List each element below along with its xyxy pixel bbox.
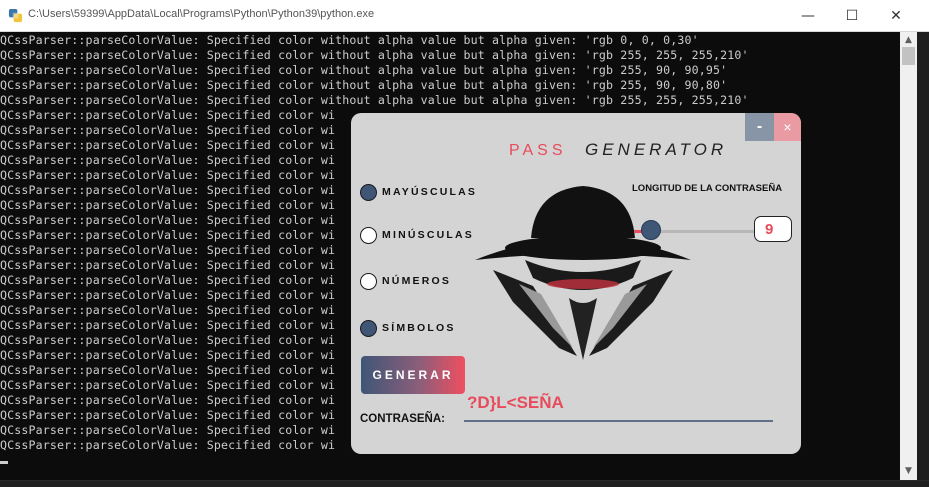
- app-title-generator: GENERATOR: [585, 140, 728, 159]
- symbols-option[interactable]: SÍMBOLOS: [360, 318, 456, 338]
- scroll-thumb[interactable]: [902, 47, 915, 65]
- numbers-label: NÚMEROS: [382, 275, 452, 287]
- symbols-label: SÍMBOLOS: [382, 322, 456, 334]
- scroll-down-icon[interactable]: ▼: [900, 463, 917, 480]
- background-window-edge: [917, 32, 929, 480]
- app-close-button[interactable]: ×: [774, 113, 801, 141]
- length-value[interactable]: 9: [754, 216, 792, 242]
- app-minimize-button[interactable]: -: [745, 113, 774, 141]
- password-label: CONTRASEÑA:: [360, 413, 445, 425]
- console-line: QCssParser::parseColorValue: Specified c…: [0, 78, 728, 92]
- numbers-radio[interactable]: [360, 272, 377, 290]
- python-icon: [8, 8, 23, 23]
- window-title: C:\Users\59399\AppData\Local\Programs\Py…: [28, 8, 375, 20]
- length-label: LONGITUD DE LA CONTRASEÑA: [632, 183, 783, 194]
- title-bar[interactable]: C:\Users\59399\AppData\Local\Programs\Py…: [0, 0, 929, 32]
- vertical-scrollbar[interactable]: ▲ ▼: [900, 32, 917, 480]
- uppercase-option[interactable]: MAYÚSCULAS: [360, 182, 477, 202]
- close-button[interactable]: ✕: [873, 0, 919, 31]
- password-generator-window: - × PASS GENERATOR MAYÚSCULAS MINÚSCULAS…: [351, 113, 801, 454]
- app-title-pass: PASS: [509, 142, 567, 159]
- symbols-radio[interactable]: [360, 319, 377, 337]
- console-line: QCssParser::parseColorValue: Specified c…: [0, 93, 749, 107]
- generate-button[interactable]: GENERAR: [361, 356, 465, 394]
- console-cursor: [0, 461, 8, 464]
- lowercase-radio[interactable]: [360, 226, 377, 244]
- uppercase-radio[interactable]: [360, 183, 377, 201]
- password-field[interactable]: [464, 420, 773, 422]
- minimize-button[interactable]: —: [785, 0, 831, 31]
- generated-password: ?D}L<SEÑA: [467, 393, 564, 412]
- lowercase-label: MINÚSCULAS: [382, 229, 474, 241]
- numbers-option[interactable]: NÚMEROS: [360, 271, 451, 291]
- spy-hat-icon: [475, 186, 691, 360]
- console-line: QCssParser::parseColorValue: Specified c…: [0, 48, 749, 62]
- lowercase-option[interactable]: MINÚSCULAS: [360, 225, 474, 245]
- uppercase-label: MAYÚSCULAS: [382, 186, 478, 198]
- console-line: QCssParser::parseColorValue: Specified c…: [0, 33, 699, 47]
- maximize-button[interactable]: ☐: [829, 0, 875, 31]
- console-line: QCssParser::parseColorValue: Specified c…: [0, 63, 728, 77]
